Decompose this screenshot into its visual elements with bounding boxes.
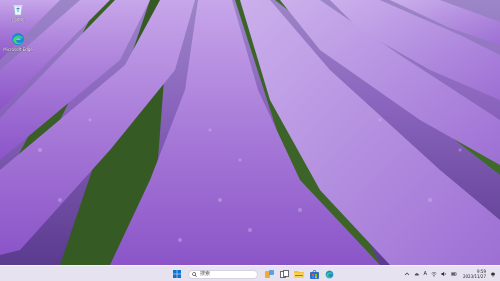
cloud-icon[interactable] [414, 271, 420, 277]
system-tray: A 9:59 2023/11/27 [404, 268, 496, 280]
taskbar-pinned-apps: 搜索 [171, 268, 335, 280]
microsoft-store-icon [309, 269, 319, 279]
start-icon [173, 270, 181, 278]
file-explorer-icon [294, 270, 304, 278]
task-view-button[interactable] [278, 268, 290, 280]
desktop-wallpaper [0, 0, 500, 265]
desktop-icon-label: Microsoft Edge [3, 47, 33, 52]
widgets-button[interactable] [263, 268, 275, 280]
taskbar-search-box[interactable]: 搜索 [188, 269, 258, 279]
task-view-icon [279, 269, 289, 278]
search-placeholder: 搜索 [200, 270, 211, 277]
taskbar-clock[interactable]: 9:59 2023/11/27 [463, 269, 486, 279]
network-icon[interactable] [431, 271, 437, 277]
chevron-up-icon[interactable] [404, 271, 410, 277]
speaker-icon[interactable] [441, 271, 447, 277]
file-explorer-button[interactable] [293, 268, 305, 280]
lavender-field-image [0, 0, 500, 265]
desktop-icon-recycle-bin[interactable]: 回收站 [0, 2, 36, 22]
microsoft-store-button[interactable] [308, 268, 320, 280]
desktop-screen: 回收站 Microsoft Edge 搜索 A 9:59 2023/11/27 [0, 0, 500, 281]
desktop-icon-label: 回收站 [12, 17, 24, 22]
edge-icon [325, 270, 333, 278]
recycle-bin-icon [13, 5, 23, 16]
search-icon [192, 271, 197, 277]
edge-icon [12, 33, 24, 45]
start-button[interactable] [171, 268, 183, 280]
battery-icon[interactable] [451, 271, 457, 277]
notification-icon[interactable] [490, 271, 496, 277]
clock-date: 2023/11/27 [462, 274, 486, 279]
input-method-indicator[interactable]: A [424, 271, 427, 277]
widgets-icon [264, 269, 274, 278]
taskbar: 搜索 A 9:59 2023/11/27 [0, 265, 500, 281]
edge-taskbar-button[interactable] [323, 268, 335, 280]
desktop-icon-edge[interactable]: Microsoft Edge [0, 32, 36, 52]
